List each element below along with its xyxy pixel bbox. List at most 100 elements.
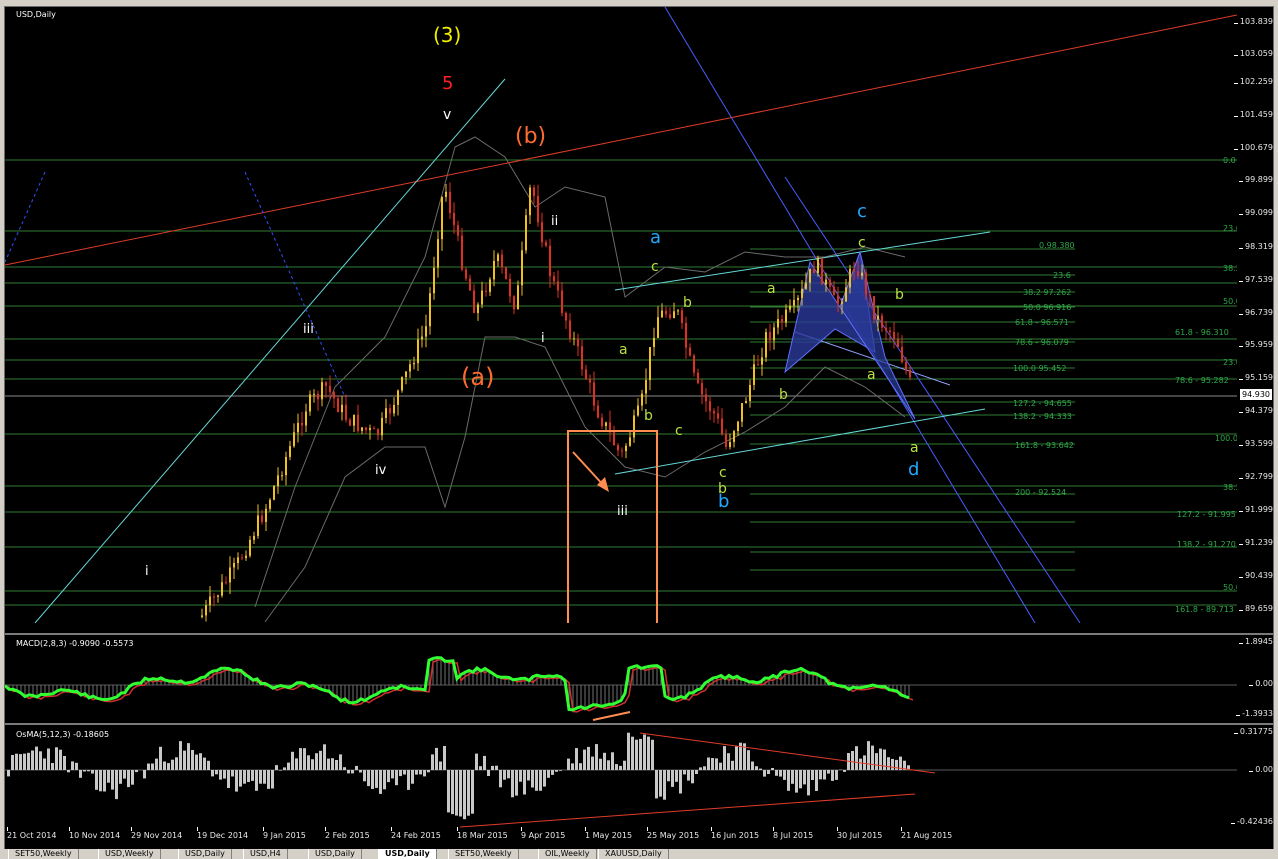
chart-tab[interactable]: USD,Weekly — [98, 849, 161, 859]
candle-body — [409, 364, 411, 372]
osma-histogram-bar — [335, 760, 338, 770]
current-price-tag: 94.930 — [1240, 389, 1272, 400]
price-axis-tick: 93.599 — [1239, 439, 1273, 448]
macd-pane[interactable]: MACD(2,8,3) -0.9090 -0.5573 — [5, 635, 1237, 722]
fib-level-label: 78.6 - 95.282 — [1175, 376, 1229, 385]
candle-body — [793, 300, 795, 306]
fib-level-label: 0.0 — [1223, 156, 1236, 165]
osma-histogram-bar — [667, 770, 670, 782]
osma-histogram-bar — [523, 770, 526, 795]
candle-body — [721, 418, 723, 435]
osma-histogram-bar — [247, 770, 250, 782]
osma-histogram-bar — [687, 770, 690, 781]
chart-tab[interactable]: USD,Daily — [308, 849, 362, 859]
osma-histogram-bar — [359, 770, 362, 773]
chart-tab[interactable]: USD,Daily — [178, 849, 232, 859]
candle-body — [337, 398, 339, 413]
osma-pane[interactable]: OsMA(5,12,3) -0.18605 — [5, 725, 1237, 829]
osma-histogram-bar — [175, 757, 178, 770]
osma-axis: 0.31775 0.00 -0.42436 — [1231, 725, 1273, 829]
candle-body — [425, 326, 427, 337]
osma-histogram-bar — [27, 752, 30, 770]
osma-histogram-bar — [131, 770, 134, 785]
candle-body — [545, 242, 547, 246]
candle-body — [393, 404, 395, 414]
osma-histogram-bar — [879, 748, 882, 770]
candle-body — [533, 187, 535, 197]
wave-label: b — [683, 295, 692, 311]
osma-histogram-bar — [331, 758, 334, 770]
osma-histogram-bar — [639, 738, 642, 770]
chart-tab[interactable]: SET50,Weekly — [448, 849, 519, 859]
candle-body — [833, 286, 835, 296]
osma-histogram-bar — [155, 758, 158, 770]
channel-lower — [614, 408, 986, 475]
wave-label: iii — [303, 322, 314, 337]
candle-body — [569, 320, 571, 339]
osma-histogram-bar — [587, 746, 590, 770]
chart-tab[interactable]: OIL,Weekly — [538, 849, 597, 859]
candle-body — [549, 245, 551, 277]
osma-histogram-bar — [827, 770, 830, 774]
candle-body — [893, 332, 895, 340]
osma-histogram-bar — [51, 763, 54, 770]
osma-histogram-bar — [511, 770, 514, 798]
annotation-arrow — [572, 451, 606, 488]
time-axis-label: 18 Mar 2015 — [457, 827, 508, 840]
candle-body — [417, 339, 419, 364]
osma-histogram-bar — [267, 770, 270, 789]
candle-body — [281, 475, 283, 477]
osma-histogram-bar — [67, 770, 70, 773]
chart-tab[interactable]: XAUUSD,Daily — [598, 849, 669, 859]
osma-histogram-bar — [223, 770, 226, 779]
price-chart-pane[interactable]: 0.0 23.6 0.98.380 38.2 23.6 38.2 97.262 50.0 50… — [5, 7, 1237, 623]
osma-histogram-bar — [575, 748, 578, 770]
osma-histogram-bar — [675, 770, 678, 782]
osma-histogram-bar — [255, 770, 258, 791]
candle-body — [253, 535, 255, 540]
fib-level-label: 138.2 - 94.333 — [1013, 412, 1072, 421]
osma-histogram-bar — [711, 758, 714, 770]
fib-level-label: 61.8 - 96.571 — [1015, 318, 1069, 327]
chart-tab[interactable]: SET50,Weekly — [8, 849, 79, 859]
candle-body — [285, 456, 287, 476]
osma-histogram-bar — [807, 770, 810, 796]
candle-body — [689, 347, 691, 356]
wave-label: (b) — [515, 124, 546, 149]
wave-label: i — [145, 564, 149, 579]
candle-body — [765, 332, 767, 358]
osma-histogram-bar — [151, 763, 154, 770]
chart-tab[interactable]: USD,H4 — [243, 849, 288, 859]
osma-histogram-bar — [535, 770, 538, 791]
osma-histogram-bar — [203, 757, 206, 770]
osma-histogram-bar — [803, 770, 806, 785]
candle-body — [873, 295, 875, 320]
osma-histogram-bar — [467, 770, 470, 816]
osma-histogram-bar — [871, 745, 874, 770]
candle-body — [521, 250, 523, 286]
candle-body — [573, 338, 575, 340]
candle-body — [841, 301, 843, 304]
osma-histogram-bar — [91, 770, 94, 774]
candle-body — [757, 364, 759, 366]
osma-histogram-bar — [735, 746, 738, 770]
osma-histogram-bar — [491, 765, 494, 770]
osma-histogram-bar — [759, 768, 762, 770]
osma-histogram-bar — [479, 766, 482, 770]
time-axis-label: 10 Nov 2014 — [69, 827, 121, 840]
osma-histogram-bar — [243, 770, 246, 784]
chart-tab[interactable]: USD,Daily — [378, 849, 437, 859]
osma-histogram-bar — [831, 770, 834, 781]
osma-histogram-bar — [323, 744, 326, 770]
macd-canvas — [5, 656, 1237, 721]
osma-histogram-bar — [787, 770, 790, 791]
candle-body — [769, 332, 771, 341]
osma-histogram-bar — [435, 747, 438, 770]
osma-histogram-bar — [415, 770, 418, 775]
wave-label: iii — [617, 504, 628, 519]
wave-label: b — [895, 287, 904, 303]
osma-histogram-bar — [179, 741, 182, 770]
candle-body — [341, 404, 343, 413]
osma-histogram-bar — [187, 743, 190, 770]
candle-body — [641, 393, 643, 406]
